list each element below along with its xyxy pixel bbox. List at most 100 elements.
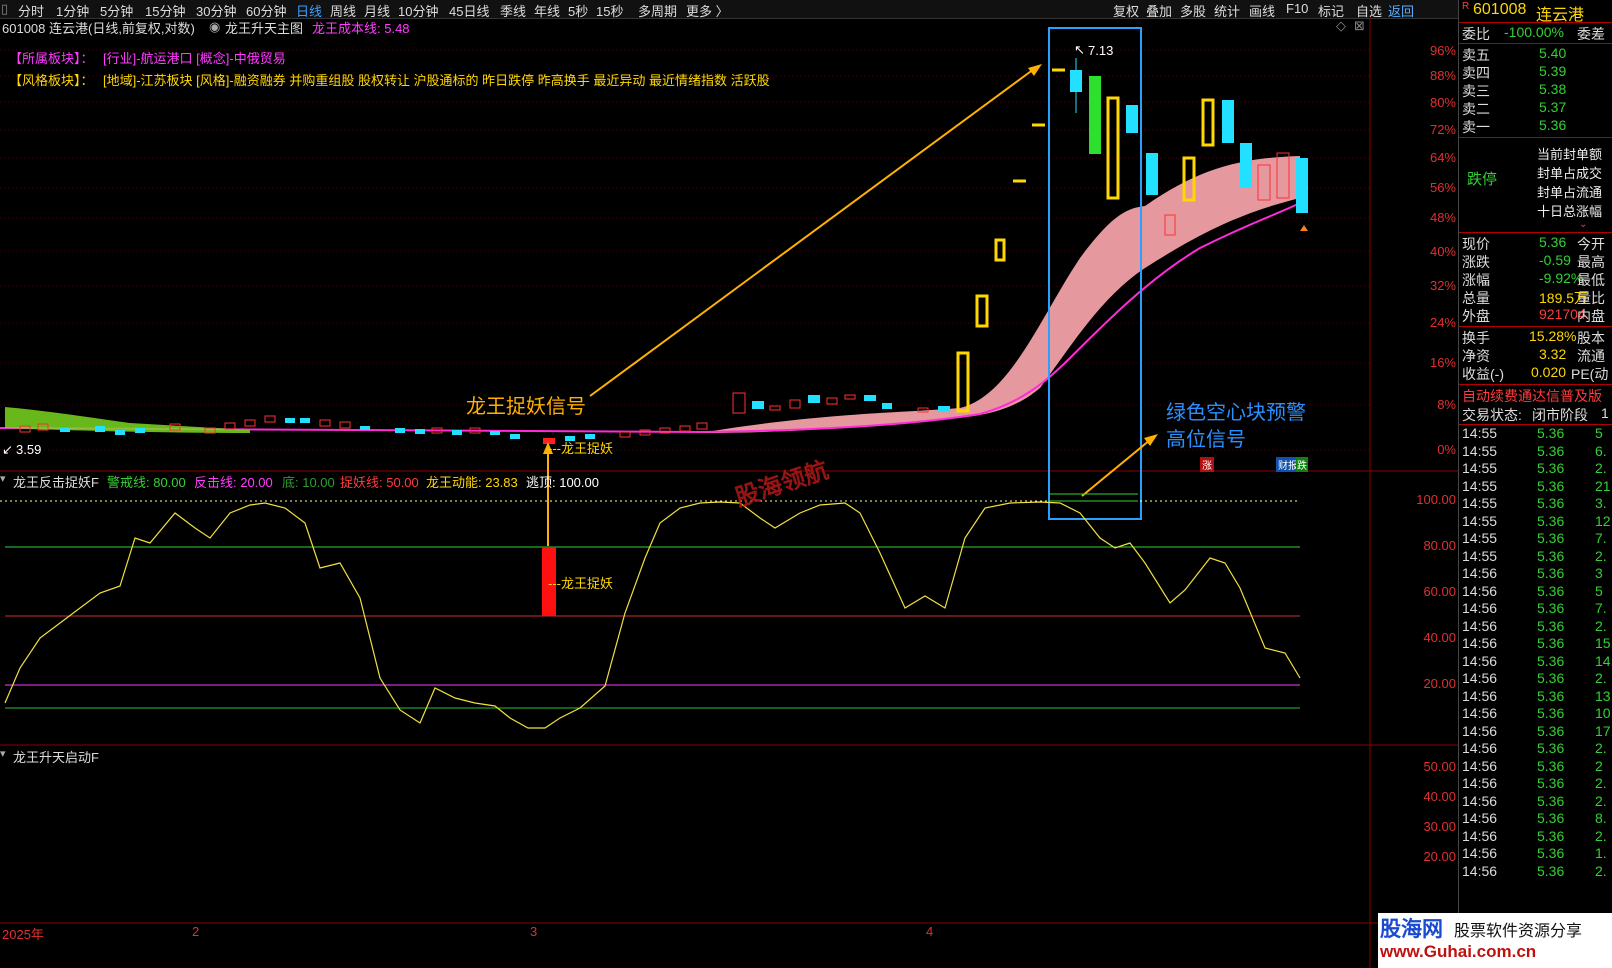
y-tick: 24% — [1429, 315, 1456, 330]
tick-volume: 10. — [1595, 705, 1612, 721]
tick-time: 14:55 — [1462, 530, 1498, 546]
tick-volume: 15. — [1595, 635, 1612, 651]
period-toolbar: ▯ 分时 1分钟 5分钟 15分钟 30分钟 60分钟 日线 周线 月线 10分… — [0, 0, 1612, 19]
cost-line-value: 龙王成本线: 5.48 — [312, 21, 410, 36]
divider — [1459, 232, 1612, 233]
diamond-icon[interactable]: ◇ — [1336, 18, 1346, 34]
tick-row: 14:56 5.36 7. — [1459, 600, 1612, 619]
tick-price: 5.36 — [1537, 460, 1565, 476]
ask-label: 卖三 — [1462, 83, 1490, 99]
tick-price: 5.36 — [1537, 670, 1565, 686]
momentum-curve — [4, 501, 1301, 729]
ask-price[interactable]: 5.38 — [1539, 81, 1566, 97]
sector-values-2[interactable]: [地域]-江苏板块 [风格]-融资融券 并购重组股 股权转让 沪股通标的 昨日跌… — [103, 70, 770, 89]
sub1-title[interactable]: 龙王反击捉妖F — [13, 472, 99, 491]
tick-time: 14:56 — [1462, 670, 1498, 686]
divider — [1459, 43, 1612, 44]
tick-price: 5.36 — [1537, 635, 1565, 651]
x-label: 3 — [530, 924, 538, 939]
tick-row: 14:56 5.36 5 — [1459, 583, 1612, 602]
tick-volume: 3 — [1595, 565, 1603, 581]
badge-zhang[interactable]: 涨 — [1200, 457, 1214, 472]
quote-panel: R 601008 连云港 委比 -100.00% 委差 卖五 5.40 卖四 5.3… — [1458, 0, 1612, 968]
tick-time: 14:56 — [1462, 600, 1498, 616]
tick-price: 5.36 — [1537, 495, 1565, 511]
tick-volume: 2. — [1595, 670, 1607, 686]
y-tick: 0% — [1437, 442, 1456, 457]
tick-row: 14:56 5.36 1. — [1459, 845, 1612, 864]
weibi-label: 委比 — [1462, 26, 1490, 42]
signal-arrowhead — [1028, 64, 1042, 76]
tick-volume: 2. — [1595, 617, 1607, 634]
warning-arrow — [1081, 439, 1151, 497]
ask-price[interactable]: 5.40 — [1539, 45, 1566, 61]
tick-price: 5.36 — [1537, 687, 1565, 704]
tick-price: 5.36 — [1537, 512, 1565, 529]
tick-volume: 2. — [1595, 775, 1607, 791]
tick-volume: 2. — [1595, 827, 1607, 844]
dragon-marker-sub: ---龙王捉妖 — [548, 576, 613, 591]
menu-icon[interactable]: ▯ — [1, 1, 8, 17]
divider — [1459, 22, 1612, 23]
expand-toggle[interactable]: ⌄ — [1459, 219, 1612, 231]
divider — [1459, 384, 1612, 385]
limit-detail: 封单占流通 — [1537, 185, 1603, 200]
chevron-down-icon[interactable]: ⌄ — [1579, 219, 1587, 230]
tick-time: 14:56 — [1462, 845, 1498, 861]
tick-time: 14:56 — [1462, 705, 1498, 721]
tick-time: 14:55 — [1462, 442, 1498, 459]
x-label: 2025年 — [2, 927, 44, 942]
divider — [1459, 326, 1612, 327]
warning-annotation-2: 高位信号 — [1166, 429, 1246, 451]
limit-detail: 封单占成交 — [1537, 166, 1603, 181]
y-tick: 88% — [1429, 68, 1456, 83]
tick-row: 14:55 5.36 21. — [1459, 478, 1612, 497]
tick-price: 5.36 — [1537, 600, 1565, 616]
divider — [1459, 137, 1612, 138]
tick-time: 14:55 — [1462, 512, 1498, 529]
weicha-label: 委差 — [1577, 26, 1605, 42]
tool-f10[interactable]: F10 — [1286, 1, 1308, 16]
banner-link[interactable]: 自动续费通达信普及版 — [1462, 386, 1602, 406]
quote-label: 涨幅 — [1462, 272, 1490, 288]
indicator-name[interactable]: 龙王升天主图 — [225, 18, 303, 37]
tick-volume: 2. — [1595, 460, 1607, 476]
chart-canvas — [0, 18, 1458, 968]
tick-time: 14:56 — [1462, 652, 1498, 669]
collapse-icon[interactable]: ▾ — [0, 472, 6, 485]
tick-row: 14:56 5.36 2. — [1459, 775, 1612, 794]
sub1-param-escape: 逃顶: 100.00 — [526, 475, 599, 490]
tick-time: 14:56 — [1462, 827, 1498, 844]
stat-extra: 股本 — [1577, 330, 1605, 346]
tick-row: 14:56 5.36 15. — [1459, 635, 1612, 654]
tick-row: 14:56 5.36 17. — [1459, 723, 1612, 742]
close-pane-icon[interactable]: ⊠ — [1354, 18, 1365, 34]
ask-price[interactable]: 5.37 — [1539, 99, 1566, 115]
sub1-param-warning: 警戒线: 80.00 — [107, 475, 186, 490]
gear-icon[interactable]: ◉ — [209, 19, 220, 35]
tick-price: 5.36 — [1537, 705, 1565, 721]
sub2-y-tick: 30.00 — [1423, 819, 1456, 834]
dragon-marker-main: ---龙王捉妖 — [548, 441, 613, 456]
sub1-param-momentum: 龙王动能: 23.83 — [426, 475, 518, 490]
badge-die[interactable]: 跌 — [1296, 457, 1308, 472]
y-tick: 8% — [1437, 397, 1456, 412]
collapse-icon[interactable]: ▾ — [0, 747, 6, 760]
quote-extra: 今开 — [1577, 236, 1605, 252]
sub2-title[interactable]: 龙王升天启动F — [13, 747, 99, 766]
sector-values-1[interactable]: [行业]-航运港口 [概念]-中俄贸易 — [103, 48, 286, 67]
site-watermark: 股海网 股票软件资源分享 www.Guhai.com.cn — [1378, 913, 1612, 968]
ask-price[interactable]: 5.39 — [1539, 63, 1566, 79]
tick-price: 5.36 — [1537, 740, 1565, 756]
stat-extra: 流通 — [1577, 348, 1605, 364]
x-label: 4 — [926, 924, 934, 939]
signal-arrow — [589, 65, 1039, 397]
low-price-label: 3.59 — [16, 442, 42, 457]
tick-row: 14:56 5.36 8. — [1459, 810, 1612, 829]
chart-area[interactable]: 601008 连云港(日线,前复权,对数) ◉ 龙王升天主图 龙王成本线: 5.… — [0, 18, 1458, 968]
tick-time: 14:56 — [1462, 635, 1498, 651]
y-tick: 72% — [1429, 122, 1456, 137]
ask-price[interactable]: 5.36 — [1539, 117, 1566, 133]
tick-row: 14:56 5.36 13. — [1459, 688, 1612, 707]
tick-price: 5.36 — [1537, 862, 1565, 879]
